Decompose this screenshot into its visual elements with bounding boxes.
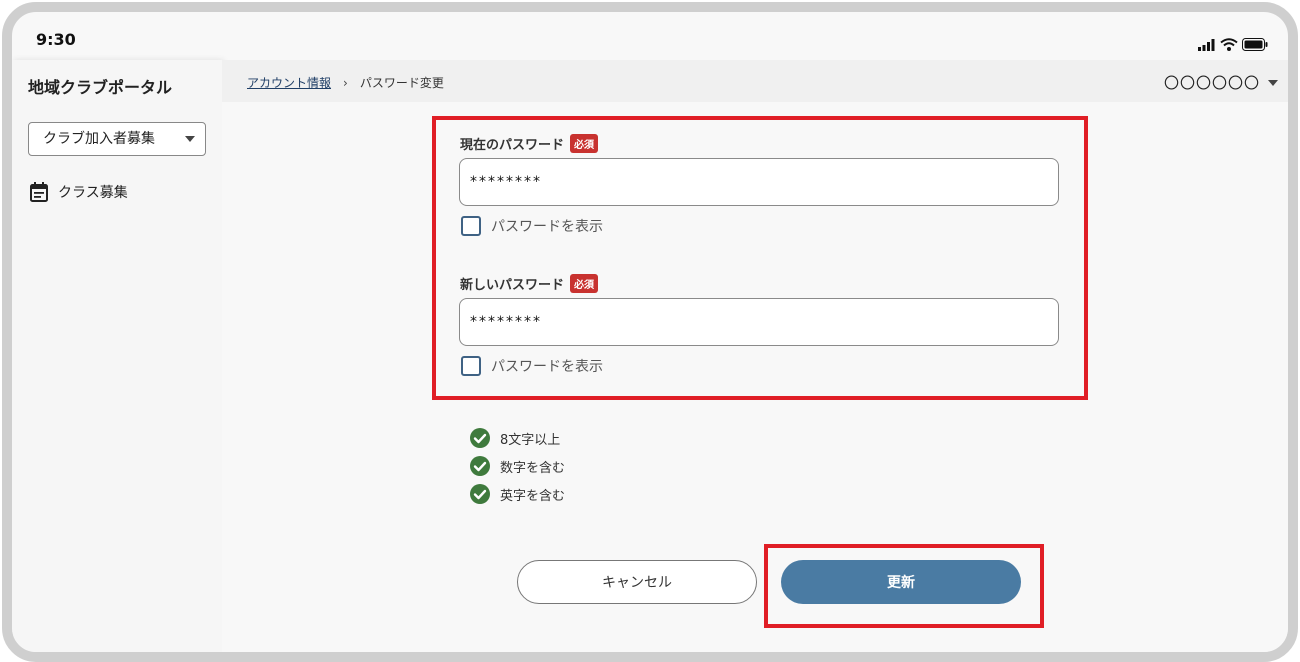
status-time: 9:30 (36, 30, 76, 49)
user-menu[interactable]: 〇〇〇〇〇〇 (1164, 72, 1278, 93)
current-password-label-text: 現在のパスワード (460, 138, 565, 153)
required-badge: 必須 (570, 134, 599, 153)
main-content: 現在のパスワード 必須 パスワードを表示 新しいパスワード 必須 パスワードを表… (222, 102, 1288, 652)
calendar-note-icon (30, 182, 48, 202)
password-rules: 8文字以上 数字を含む 英字を含む (470, 424, 565, 508)
rule-contains-number: 数字を含む (470, 452, 565, 480)
new-password-input[interactable] (459, 298, 1059, 346)
current-password-label: 現在のパスワード 必須 (460, 134, 599, 153)
new-password-label-text: 新しいパスワード (460, 278, 565, 293)
update-button[interactable]: 更新 (781, 560, 1021, 604)
show-new-password-checkbox[interactable] (461, 356, 481, 376)
club-select-value: クラブ加入者募集 (43, 131, 155, 147)
rule-text: 数字を含む (500, 460, 566, 476)
club-select[interactable]: クラブ加入者募集 (28, 122, 206, 156)
breadcrumb-current: パスワード変更 (359, 76, 444, 90)
app-title: 地域クラブポータル (28, 78, 173, 97)
signal-icon (1198, 38, 1215, 51)
battery-icon (1242, 38, 1268, 51)
show-new-password-label: パスワードを表示 (491, 359, 603, 375)
show-current-password-checkbox[interactable] (461, 216, 481, 236)
user-name: 〇〇〇〇〇〇 (1163, 74, 1260, 92)
breadcrumb-separator-icon: › (343, 75, 348, 90)
breadcrumb: アカウント情報 › パスワード変更 (247, 74, 444, 91)
chevron-down-icon (185, 136, 195, 142)
wifi-icon (1220, 38, 1238, 51)
show-current-password-label: パスワードを表示 (491, 219, 603, 235)
rule-contains-letter: 英字を含む (470, 480, 565, 508)
status-icons (1198, 38, 1268, 51)
current-password-input[interactable] (459, 158, 1059, 206)
rule-text: 英字を含む (500, 488, 566, 504)
status-bar: 9:30 (12, 12, 1288, 60)
sidebar-item-label: クラス募集 (58, 185, 128, 201)
show-new-password-row[interactable]: パスワードを表示 (461, 356, 603, 376)
top-bar: アカウント情報 › パスワード変更 〇〇〇〇〇〇 (222, 60, 1288, 102)
breadcrumb-account-info-link[interactable]: アカウント情報 (247, 74, 331, 91)
new-password-label: 新しいパスワード 必須 (460, 274, 599, 293)
required-badge: 必須 (570, 274, 599, 293)
check-circle-icon (470, 428, 490, 448)
check-circle-icon (470, 456, 490, 476)
check-circle-icon (470, 484, 490, 504)
cancel-button[interactable]: キャンセル (517, 560, 757, 604)
tablet-frame: 9:30 地域クラブポータル クラブ加入者募集 クラス募集 アカウント情報 › … (2, 2, 1298, 662)
sidebar: 地域クラブポータル クラブ加入者募集 クラス募集 (12, 60, 222, 652)
rule-min-length: 8文字以上 (470, 424, 565, 452)
chevron-down-icon (1268, 79, 1278, 86)
show-current-password-row[interactable]: パスワードを表示 (461, 216, 603, 236)
rule-text: 8文字以上 (500, 432, 561, 448)
sidebar-item-class-recruitment[interactable]: クラス募集 (30, 182, 128, 202)
